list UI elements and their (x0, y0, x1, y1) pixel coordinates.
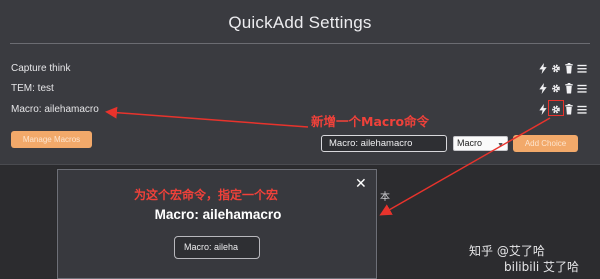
trash-icon[interactable] (564, 63, 574, 75)
chevron-down-icon: ▼ (497, 142, 504, 149)
add-choice-button[interactable]: Add Choice (513, 135, 578, 152)
bolt-icon[interactable] (538, 83, 548, 95)
divider (10, 43, 590, 44)
macro-select-input[interactable]: Macro: aileha (174, 236, 260, 259)
bolt-icon[interactable] (538, 104, 548, 116)
choice-type-select[interactable]: Macro ▼ (453, 136, 508, 151)
gear-icon[interactable] (551, 63, 561, 75)
menu-icon[interactable] (577, 83, 587, 95)
gear-icon[interactable] (551, 83, 561, 95)
choice-label: TEM: test (11, 83, 54, 94)
choice-label: Macro: ailehamacro (11, 104, 99, 115)
choice-type-value: Macro (457, 138, 483, 148)
trash-icon[interactable] (564, 83, 574, 95)
menu-icon[interactable] (577, 104, 587, 116)
annotation-assign-macro: 为这个宏命令，指定一个宏 (134, 188, 279, 202)
choice-row: Macro: ailehamacro (11, 101, 591, 119)
settings-title: QuickAdd Settings (228, 13, 372, 32)
choice-row: TEM: test (11, 80, 591, 98)
modal-title: Macro: ailehamacro (154, 207, 282, 222)
manage-macros-button[interactable]: Manage Macros (11, 131, 92, 148)
choice-label: Capture think (11, 63, 71, 74)
gear-highlight-box (548, 100, 564, 116)
choice-actions (538, 82, 587, 95)
background-text: 本 (380, 192, 390, 203)
choice-name-input[interactable]: Macro: ailehamacro (321, 135, 447, 152)
watermark-zhihu: 知乎 @艾了哈 (469, 244, 545, 258)
menu-icon[interactable] (577, 63, 587, 75)
bolt-icon[interactable] (538, 63, 548, 75)
watermark-bilibili: bilibili 艾了哈 (504, 260, 580, 274)
choice-actions (538, 62, 587, 75)
annotation-new-macro: 新增一个Macro命令 (311, 114, 430, 129)
close-icon[interactable]: ✕ (355, 175, 367, 192)
choice-row: Capture think (11, 60, 591, 78)
trash-icon[interactable] (564, 104, 574, 116)
settings-panel: QuickAdd Settings Capture think TEM: tes… (0, 0, 600, 165)
